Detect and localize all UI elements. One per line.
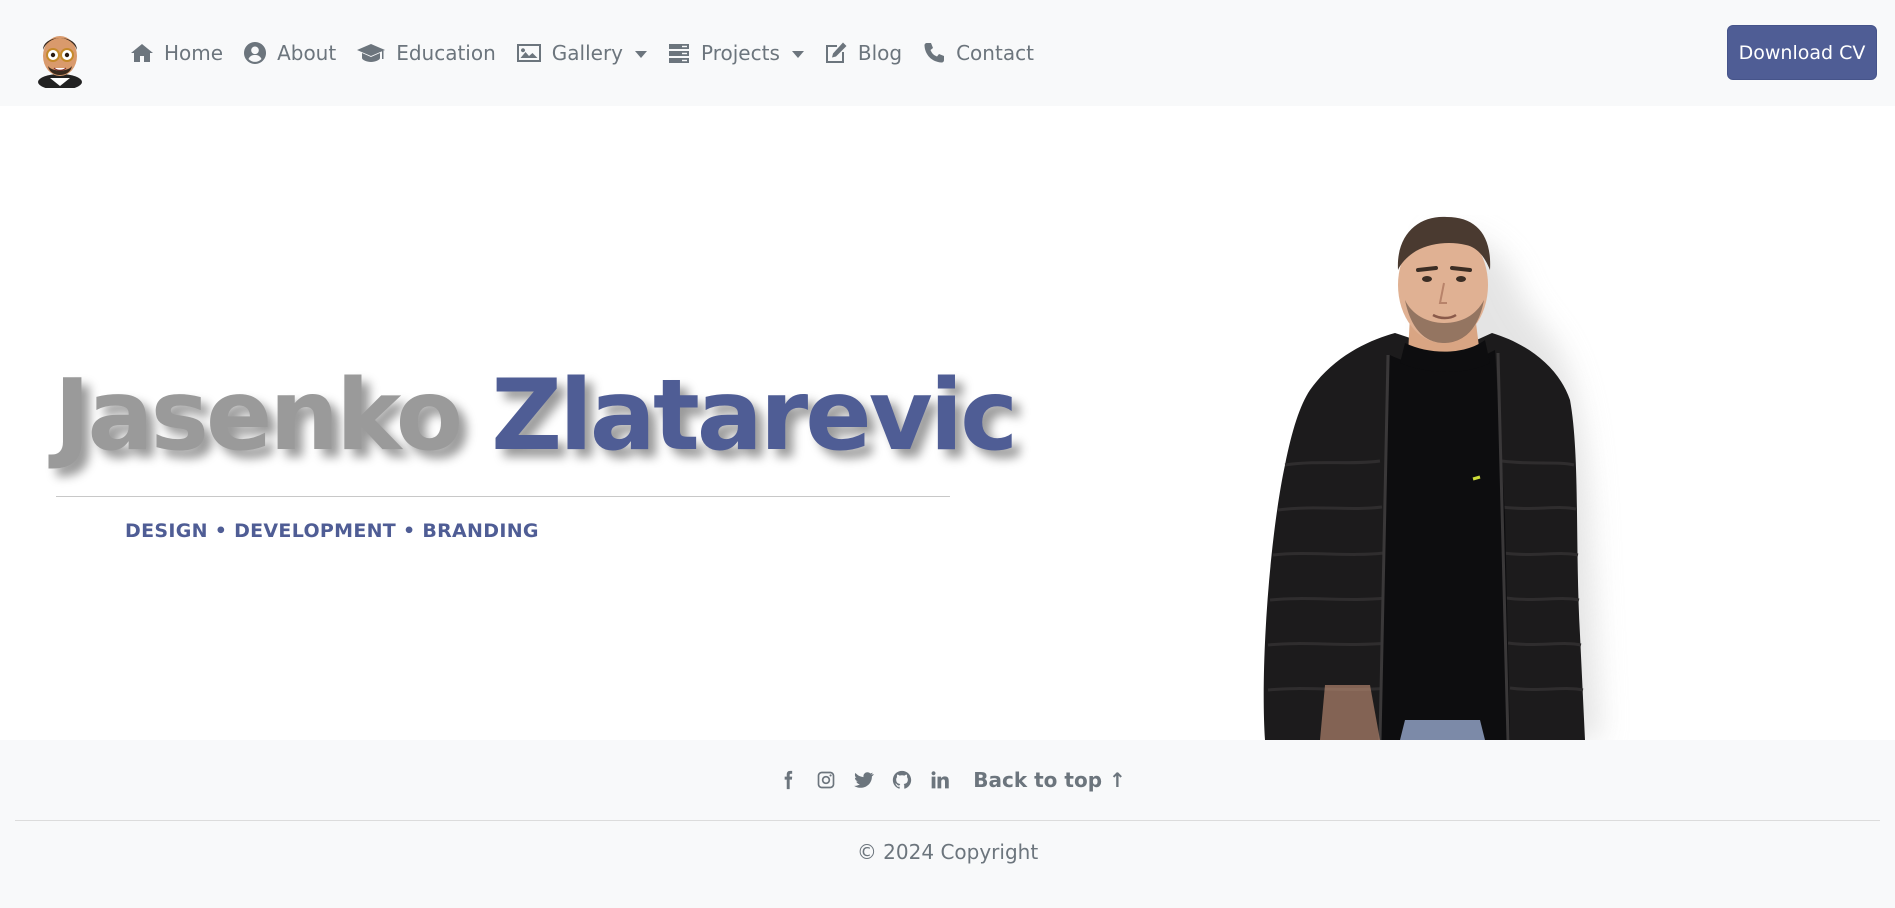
- instagram-icon[interactable]: [815, 769, 837, 791]
- graduation-cap-icon: [357, 44, 386, 62]
- nav-label-contact: Contact: [956, 41, 1034, 65]
- nav-label-about: About: [277, 41, 337, 65]
- nav-label-projects: Projects: [701, 41, 780, 65]
- home-icon: [131, 44, 153, 62]
- nav-item-projects[interactable]: Projects: [667, 41, 804, 65]
- avatar-logo[interactable]: [34, 28, 86, 90]
- twitter-icon[interactable]: [853, 769, 875, 791]
- linkedin-icon[interactable]: [929, 769, 951, 791]
- chevron-down-icon: [791, 50, 804, 58]
- facebook-icon[interactable]: [777, 769, 799, 791]
- portrait-photo: [1240, 215, 1670, 741]
- nav-item-home[interactable]: Home: [130, 41, 223, 65]
- back-to-top-link[interactable]: Back to top ↑: [973, 768, 1125, 792]
- nav-item-education[interactable]: Education: [356, 41, 496, 65]
- nav-label-education: Education: [396, 41, 496, 65]
- footer: Back to top ↑ © 2024 Copyright: [0, 740, 1895, 908]
- hero-first-name: Jasenko: [54, 359, 463, 473]
- nav-item-gallery[interactable]: Gallery: [516, 41, 648, 65]
- phone-icon: [924, 43, 945, 63]
- navbar: Home About Education Gallery Projects Bl…: [0, 0, 1895, 106]
- image-icon: [516, 44, 541, 62]
- download-cv-button[interactable]: Download CV: [1727, 25, 1877, 80]
- hero-title: Jasenko Zlatarevic: [54, 356, 1018, 476]
- copyright-text: © 2024 Copyright: [856, 840, 1039, 864]
- nav-item-about[interactable]: About: [243, 41, 336, 65]
- edit-icon: [825, 42, 847, 63]
- nav-item-blog[interactable]: Blog: [824, 41, 902, 65]
- nav-label-home: Home: [164, 41, 224, 65]
- hero-tagline: DESIGN • DEVELOPMENT • BRANDING: [125, 520, 539, 542]
- hero-divider: [56, 496, 950, 497]
- main-nav: Home About Education Gallery Projects Bl…: [130, 0, 1054, 106]
- server-icon: [669, 44, 690, 63]
- user-circle-icon: [244, 42, 267, 64]
- footer-divider: [15, 820, 1880, 821]
- social-links: Back to top ↑: [0, 740, 1895, 820]
- github-icon[interactable]: [891, 769, 913, 791]
- nav-item-contact[interactable]: Contact: [922, 41, 1034, 65]
- chevron-down-icon: [635, 50, 648, 58]
- hero-last-name: Zlatarevic: [491, 359, 1018, 473]
- nav-label-gallery: Gallery: [551, 41, 624, 65]
- nav-label-blog: Blog: [857, 41, 903, 65]
